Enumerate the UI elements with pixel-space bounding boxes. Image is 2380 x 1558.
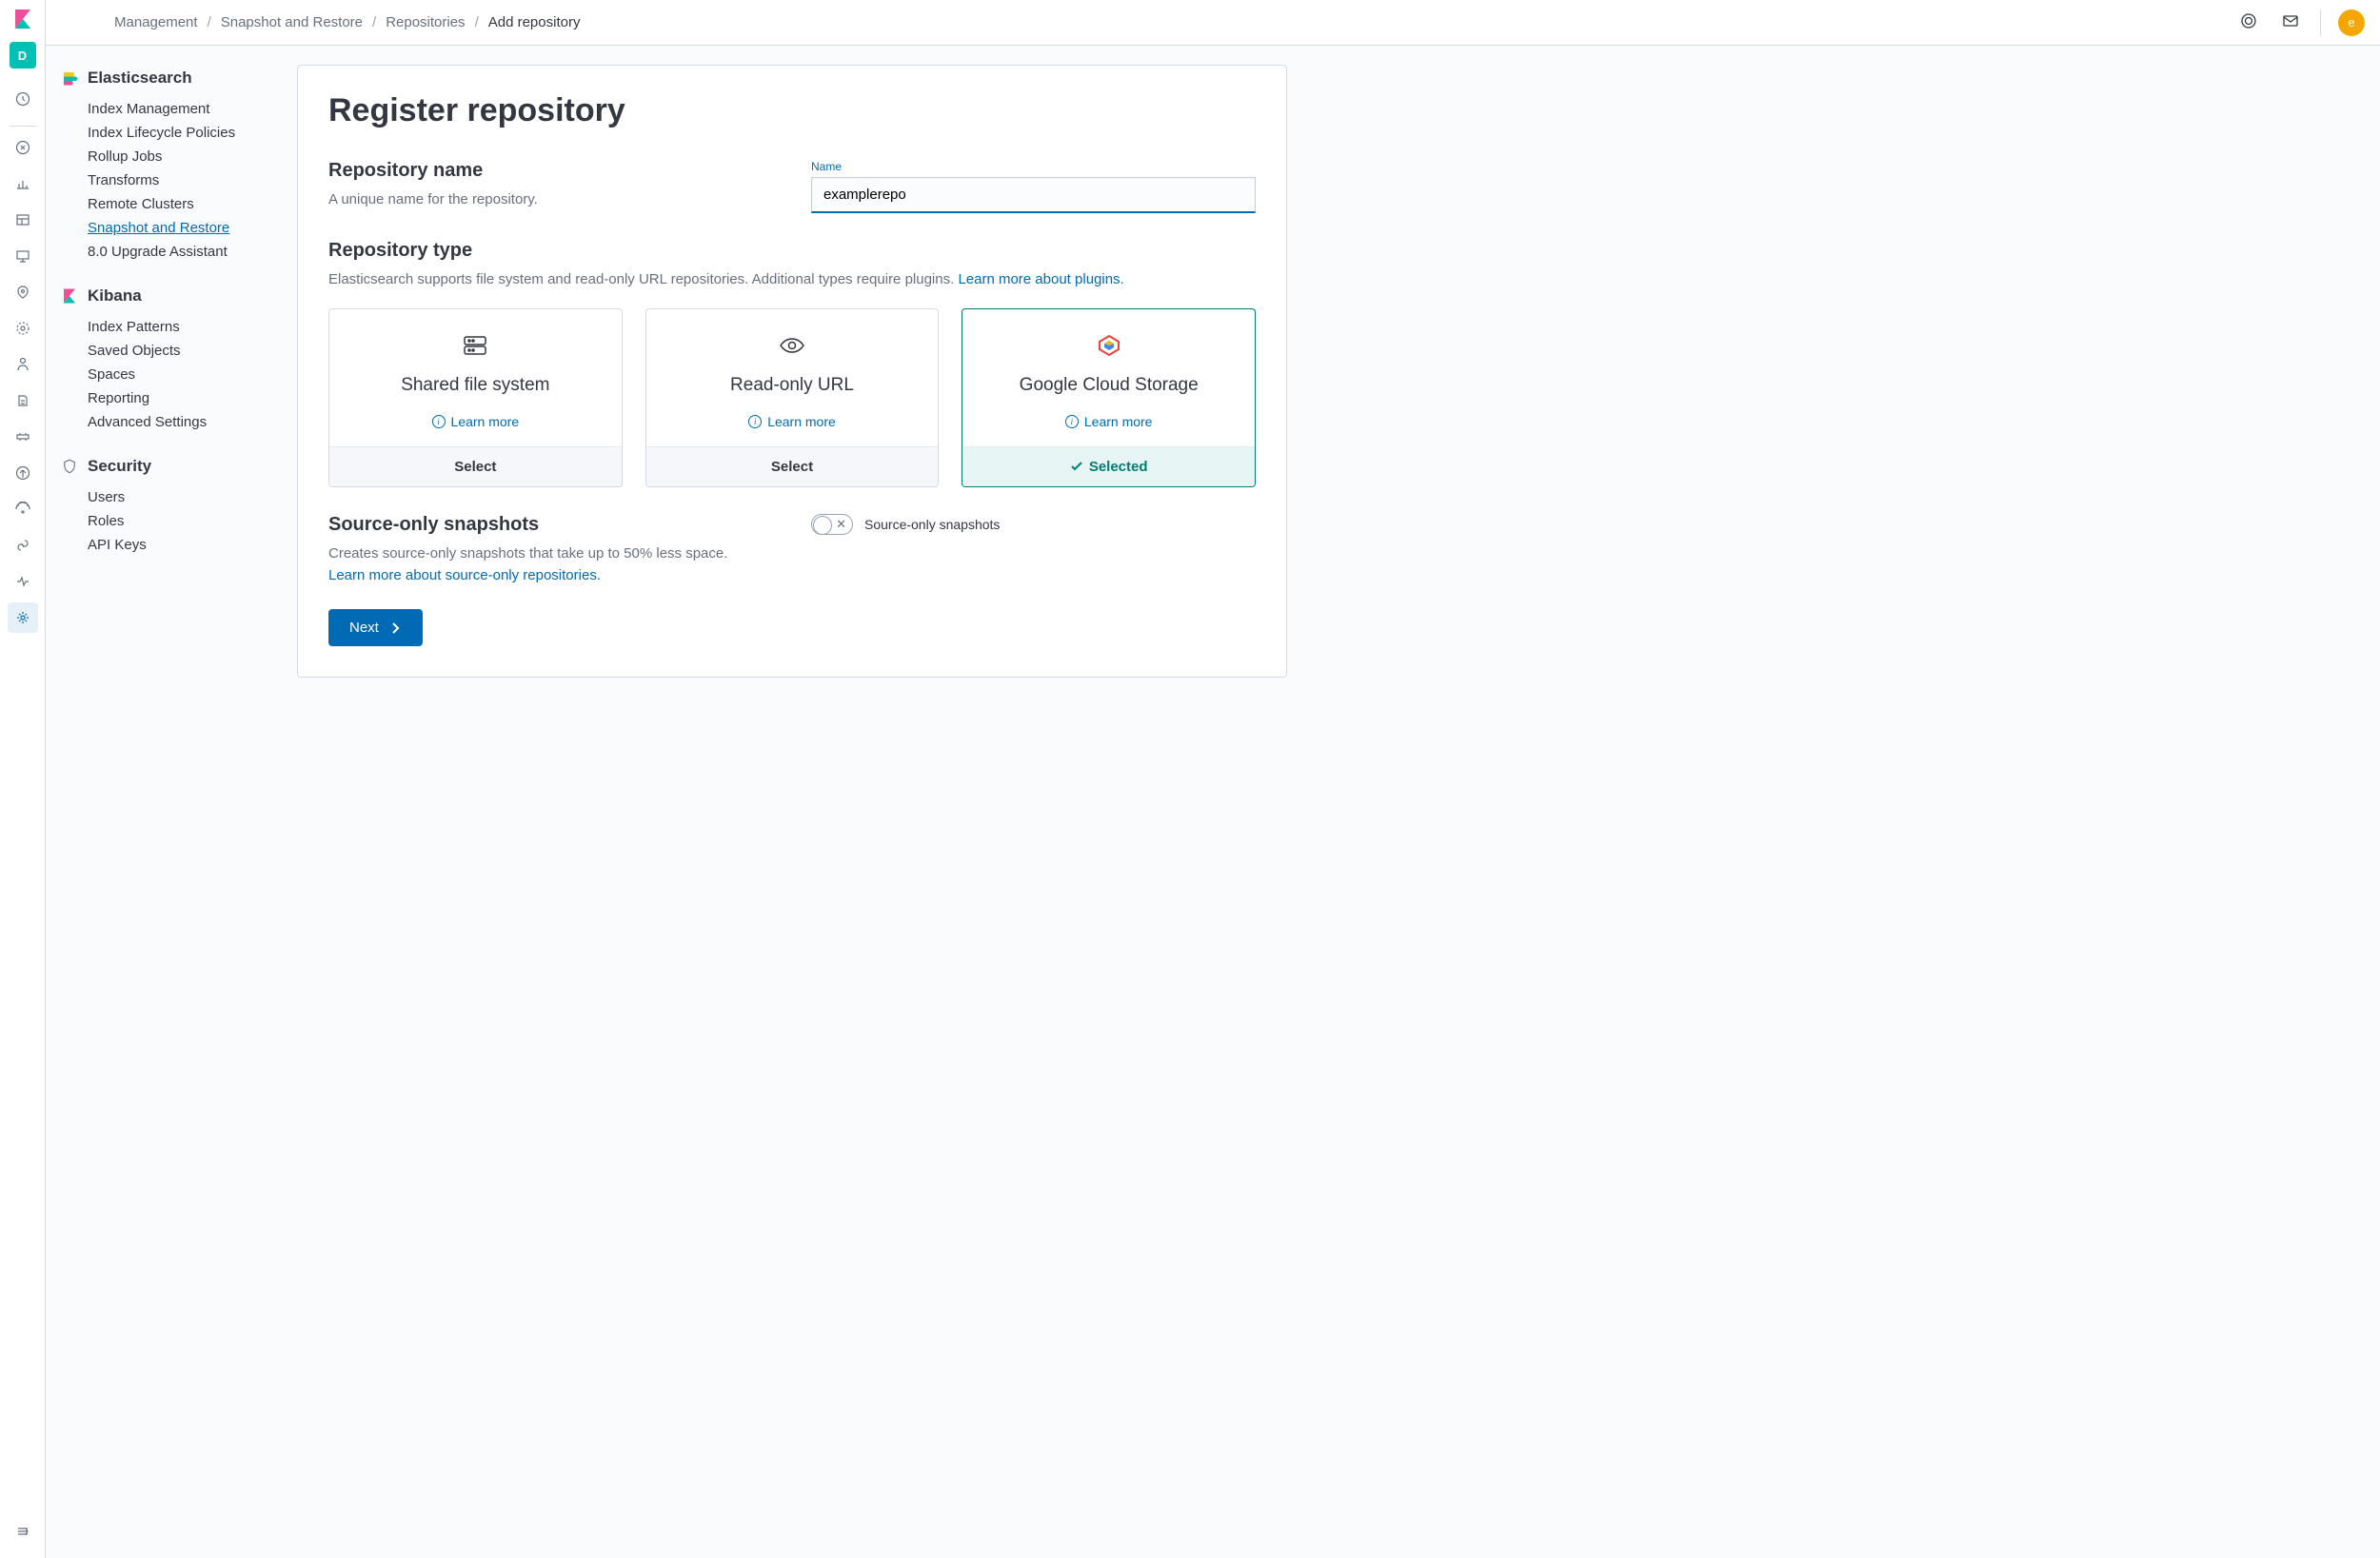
rail-logs-icon[interactable]	[8, 385, 38, 416]
card-learn-link[interactable]: iLearn more	[748, 414, 836, 429]
info-icon: i	[748, 415, 762, 428]
eye-icon	[779, 332, 805, 359]
breadcrumb-sep: /	[475, 14, 479, 30]
source-only-heading: Source-only snapshots	[328, 514, 773, 536]
breadcrumb-current: Add repository	[488, 14, 581, 30]
sidebar: Elasticsearch Index Management Index Lif…	[46, 46, 282, 1558]
plugins-link[interactable]: Learn more about plugins.	[958, 271, 1123, 287]
sidebar-item[interactable]: Index Management	[88, 97, 267, 121]
next-button[interactable]: Next	[328, 609, 423, 646]
breadcrumb-sep: /	[208, 14, 211, 30]
repo-type-card-fs: Shared file system iLearn more Select	[328, 308, 623, 488]
rail-management-icon[interactable]	[8, 602, 38, 633]
source-only-link[interactable]: Learn more about source-only repositorie…	[328, 567, 601, 583]
card-title: Google Cloud Storage	[1020, 374, 1199, 398]
card-select-button[interactable]: Select	[646, 446, 939, 486]
gcs-icon	[1098, 332, 1121, 359]
breadcrumb-sep: /	[372, 14, 376, 30]
sidebar-head-elasticsearch: Elasticsearch	[61, 69, 267, 88]
rail-maps-icon[interactable]	[8, 277, 38, 307]
header: Management / Snapshot and Restore / Repo…	[46, 0, 2380, 46]
rail-collapse-icon[interactable]	[8, 1516, 38, 1547]
rail-apm-icon[interactable]	[8, 422, 38, 452]
info-icon: i	[432, 415, 446, 428]
storage-icon	[462, 332, 488, 359]
sidebar-item[interactable]: Spaces	[88, 363, 267, 386]
card-title: Read-only URL	[730, 374, 854, 398]
rail-ml-icon[interactable]	[8, 313, 38, 344]
sidebar-item-active[interactable]: Snapshot and Restore	[88, 216, 267, 240]
name-label: Name	[811, 160, 1256, 173]
elasticsearch-icon	[61, 69, 78, 87]
sidebar-item[interactable]: API Keys	[88, 533, 267, 557]
rail-siem-icon[interactable]	[8, 494, 38, 524]
rail-uptime-icon[interactable]	[8, 458, 38, 488]
switch-label: Source-only snapshots	[864, 517, 1000, 532]
main-panel: Register repository Repository name A un…	[297, 65, 1287, 678]
card-select-button[interactable]: Select	[329, 446, 622, 486]
help-icon[interactable]	[2236, 12, 2261, 32]
sidebar-item[interactable]: Index Lifecycle Policies	[88, 121, 267, 145]
repo-type-card-url: Read-only URL iLearn more Select	[645, 308, 940, 488]
name-input[interactable]	[811, 177, 1256, 213]
sidebar-head-security: Security	[61, 457, 267, 476]
repo-name-desc: A unique name for the repository.	[328, 189, 773, 211]
kibana-logo-icon[interactable]	[11, 8, 34, 30]
card-title: Shared file system	[401, 374, 549, 398]
breadcrumb-item[interactable]: Snapshot and Restore	[221, 14, 363, 30]
nav-rail: D	[0, 0, 46, 1558]
chevron-right-icon	[388, 621, 402, 635]
sidebar-item[interactable]: Remote Clusters	[88, 192, 267, 216]
breadcrumb-item[interactable]: Management	[114, 14, 198, 30]
breadcrumb-item[interactable]: Repositories	[386, 14, 465, 30]
sidebar-item[interactable]: Advanced Settings	[88, 410, 267, 434]
card-learn-link[interactable]: iLearn more	[432, 414, 520, 429]
rail-discover-icon[interactable]	[8, 132, 38, 163]
page-title: Register repository	[328, 92, 1256, 129]
sidebar-head-kibana: Kibana	[61, 286, 267, 306]
rail-dev-icon[interactable]	[8, 530, 38, 561]
info-icon: i	[1065, 415, 1079, 428]
repo-type-heading: Repository type	[328, 240, 1256, 262]
sidebar-item[interactable]: Index Patterns	[88, 315, 267, 339]
card-learn-link[interactable]: iLearn more	[1065, 414, 1153, 429]
rail-visualize-icon[interactable]	[8, 168, 38, 199]
source-only-desc: Creates source-only snapshots that take …	[328, 543, 773, 586]
card-selected-indicator[interactable]: Selected	[962, 446, 1255, 486]
rail-infra-icon[interactable]	[8, 349, 38, 380]
rail-recent-icon[interactable]	[8, 84, 38, 114]
sidebar-item[interactable]: Reporting	[88, 386, 267, 410]
newsfeed-icon[interactable]	[2278, 12, 2303, 32]
header-separator	[2320, 10, 2321, 36]
sidebar-item[interactable]: Transforms	[88, 168, 267, 192]
breadcrumb: Management / Snapshot and Restore / Repo…	[114, 14, 580, 30]
repo-type-card-gcs: Google Cloud Storage iLearn more Selecte…	[962, 308, 1256, 488]
sidebar-item[interactable]: Roles	[88, 509, 267, 533]
sidebar-item[interactable]: Saved Objects	[88, 339, 267, 363]
security-icon	[61, 458, 78, 475]
x-icon: ✕	[836, 517, 846, 532]
space-badge[interactable]: D	[10, 42, 36, 69]
repo-type-desc: Elasticsearch supports file system and r…	[328, 269, 1256, 291]
source-only-switch[interactable]: ✕	[811, 514, 853, 535]
sidebar-item[interactable]: 8.0 Upgrade Assistant	[88, 240, 267, 264]
rail-canvas-icon[interactable]	[8, 241, 38, 271]
repo-name-heading: Repository name	[328, 160, 773, 182]
avatar[interactable]: e	[2338, 10, 2365, 36]
rail-dashboard-icon[interactable]	[8, 205, 38, 235]
check-icon	[1070, 460, 1083, 473]
kibana-icon	[61, 287, 78, 305]
sidebar-item[interactable]: Rollup Jobs	[88, 145, 267, 168]
sidebar-item[interactable]: Users	[88, 485, 267, 509]
rail-monitor-icon[interactable]	[8, 566, 38, 597]
